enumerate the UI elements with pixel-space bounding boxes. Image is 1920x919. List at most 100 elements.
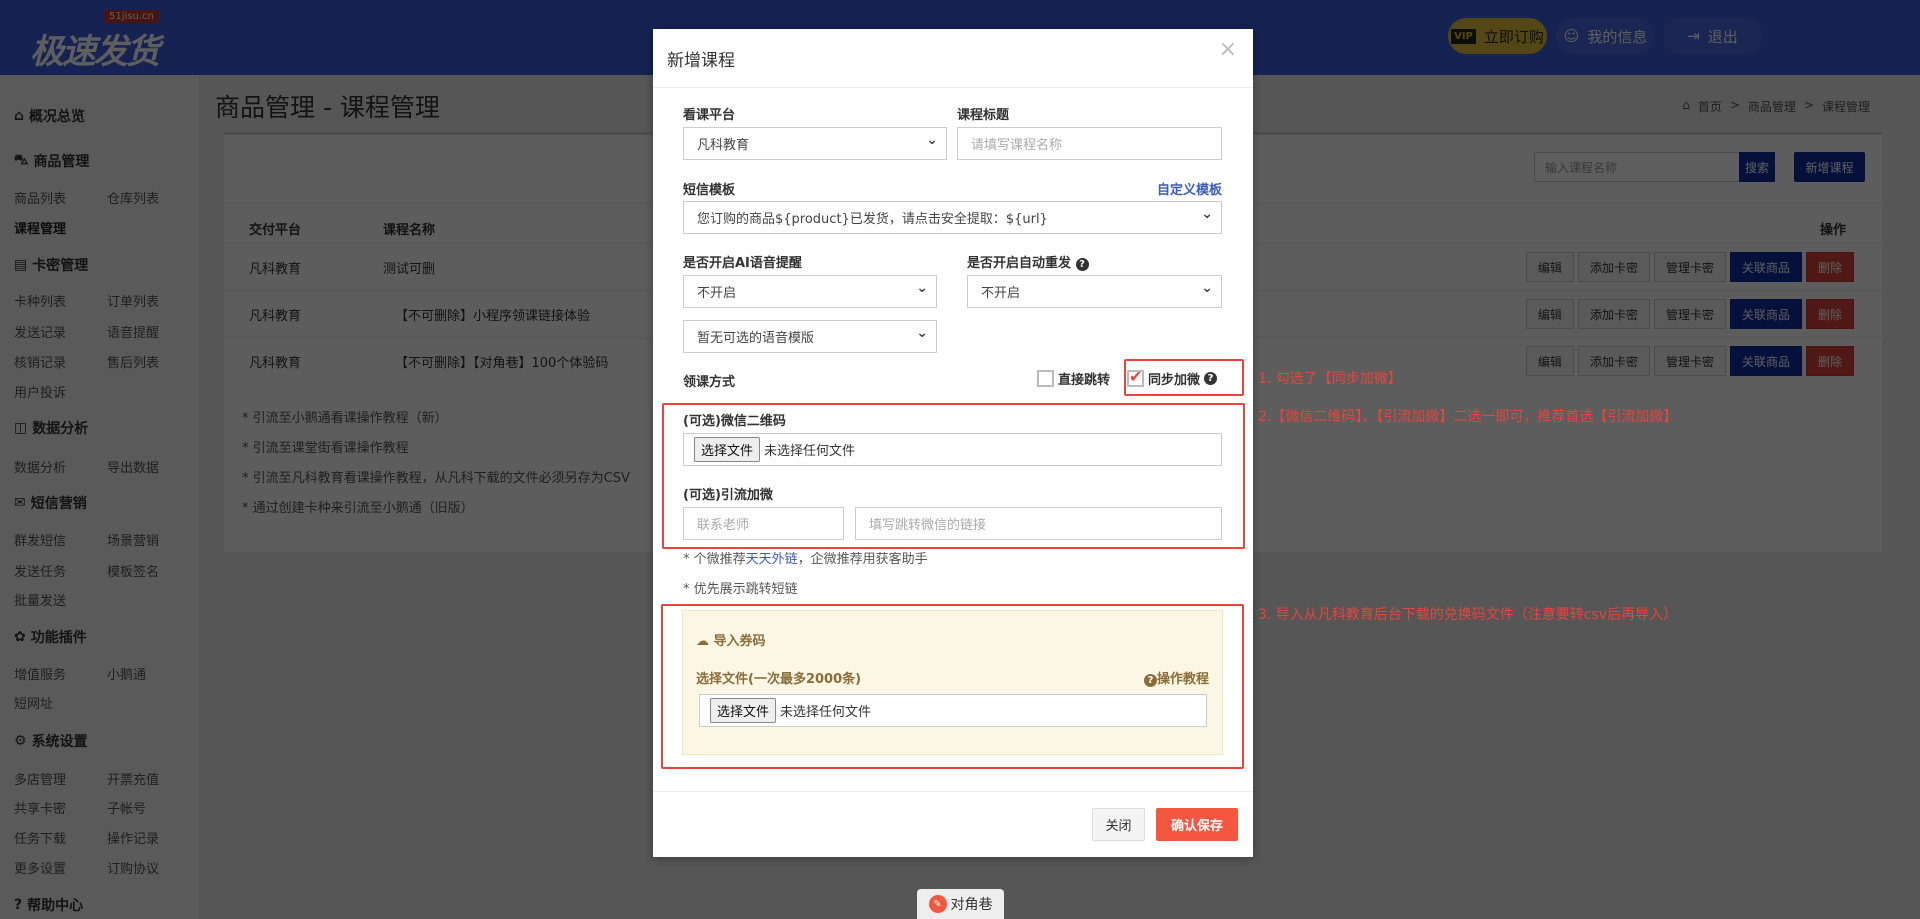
add-card-button[interactable]: 添加卡密 [1577, 346, 1650, 376]
choose-file-button[interactable]: 选择文件 [694, 437, 761, 462]
tutorial-note-link[interactable]: * 引流至课堂街看课操作教程 [242, 437, 409, 456]
search-button[interactable]: 搜索 [1739, 152, 1775, 182]
dock-tab[interactable]: ✎ 对角巷 [917, 889, 1004, 919]
vip-icon: VIP [1451, 28, 1476, 44]
sidebar-item[interactable]: 数据分析 [14, 457, 66, 476]
link-goods-button[interactable]: 关联商品 [1729, 346, 1802, 376]
sidebar-item[interactable]: 批量发送 [14, 590, 66, 609]
sidebar-section-1[interactable]: ⛍ 商品管理 [14, 151, 89, 171]
platform-select[interactable]: 凡科教育 [683, 127, 947, 160]
sidebar-item[interactable]: 订购协议 [107, 858, 159, 877]
tip-2: * 优先展示跳转短链 [683, 582, 798, 597]
checkbox-unchecked-icon[interactable] [1037, 370, 1054, 387]
sidebar-item[interactable]: 课程管理 [14, 218, 66, 237]
sidebar-section-7[interactable]: ? 帮助中心 [14, 895, 83, 915]
tutorial-link[interactable]: ? 操作教程 [1143, 668, 1209, 687]
edit-button[interactable]: 编辑 [1525, 299, 1574, 329]
import-file-input[interactable]: 选择文件 未选择任何文件 [699, 694, 1207, 727]
delete-button[interactable]: 删除 [1805, 252, 1854, 282]
edit-button[interactable]: 编辑 [1525, 346, 1574, 376]
section-icon: ◫ [14, 420, 28, 436]
save-button[interactable]: 确认保存 [1156, 808, 1238, 841]
sidebar-item[interactable]: 小鹅通 [107, 664, 146, 683]
sidebar-item[interactable]: 子帐号 [107, 798, 146, 817]
breadcrumb-goods[interactable]: 商品管理 [1748, 98, 1796, 115]
help-icon[interactable]: ? [1075, 258, 1089, 271]
col-ops: 操作 [1819, 223, 1846, 238]
sidebar-section-4[interactable]: ✉ 短信营销 [14, 493, 87, 513]
manage-card-button[interactable]: 管理卡密 [1653, 299, 1726, 329]
manage-card-button[interactable]: 管理卡密 [1653, 346, 1726, 376]
qr-label: (可选)微信二维码 [683, 414, 786, 429]
tutorial-note-link[interactable]: * 引流至凡科教育看课操作教程，从凡科下载的文件必须另存为CSV [242, 467, 630, 486]
sidebar-item[interactable]: 共享卡密 [14, 798, 66, 817]
sidebar-item[interactable]: 售后列表 [107, 352, 159, 371]
sidebar-item[interactable]: 用户投诉 [14, 382, 66, 401]
cell-name: 【不可删除】小程序领课链接体验 [395, 309, 591, 324]
teacher-input[interactable]: 联系老师 [683, 507, 844, 540]
sidebar-section-5[interactable]: ✿ 功能插件 [14, 627, 87, 647]
add-card-button[interactable]: 添加卡密 [1577, 252, 1650, 282]
divider [653, 87, 1253, 88]
logo-badge: 51jisu.cn [104, 10, 159, 23]
sidebar-item[interactable]: 卡种列表 [14, 291, 66, 310]
edit-button[interactable]: 编辑 [1525, 252, 1574, 282]
link-goods-button[interactable]: 关联商品 [1729, 252, 1802, 282]
sidebar-item[interactable]: 商品列表 [14, 188, 66, 207]
new-course-button[interactable]: 新增课程 [1794, 152, 1865, 182]
ai-voice-label: 是否开启AI语音提醒 [683, 256, 802, 271]
wechat-link-input[interactable]: 填写跳转微信的链接 [855, 507, 1222, 540]
page-title: 商品管理 - 课程管理 [215, 93, 440, 122]
add-card-button[interactable]: 添加卡密 [1577, 299, 1650, 329]
sidebar-item[interactable]: 任务下载 [14, 828, 66, 847]
close-button[interactable]: 关闭 [1092, 808, 1145, 841]
search-input[interactable]: 输入课程名称 [1534, 152, 1740, 182]
logout-button[interactable]: ⇥ 退出 [1663, 18, 1762, 54]
breadcrumb-home[interactable]: 首页 [1698, 98, 1722, 115]
custom-template-link[interactable]: 自定义模板 [1157, 179, 1222, 198]
direct-jump-checkbox[interactable]: 直接跳转 [1037, 369, 1110, 388]
sidebar-item[interactable]: 场景营销 [107, 530, 159, 549]
sidebar-section-3[interactable]: ◫ 数据分析 [14, 418, 88, 438]
sidebar-item[interactable]: 模板签名 [107, 561, 159, 580]
sidebar-item[interactable]: 语音提醒 [107, 322, 159, 341]
logo[interactable]: 极速发货 [30, 24, 160, 73]
course-title-label: 课程标题 [957, 108, 1010, 123]
annotation-3: 3. 导入从凡科教育后台下载的兑换码文件（注意要转csv后再导入） [1258, 607, 1678, 623]
auto-resend-select[interactable]: 不开启 [967, 275, 1222, 308]
sidebar-item[interactable]: 核销记录 [14, 352, 66, 371]
sms-template-select[interactable]: 您订购的商品${product}已发货，请点击安全提取：${url} [683, 201, 1222, 234]
my-info-button[interactable]: ☺ 我的信息 [1556, 18, 1655, 54]
sidebar-item[interactable]: 发送任务 [14, 561, 66, 580]
sidebar-item[interactable]: 操作记录 [107, 828, 159, 847]
ai-voice-select[interactable]: 不开启 [683, 275, 937, 308]
sidebar-item[interactable]: 多店管理 [14, 769, 66, 788]
close-icon[interactable]: × [1219, 37, 1237, 62]
course-title-input[interactable]: 请填写课程名称 [957, 127, 1222, 160]
sidebar-item[interactable]: 开票充值 [107, 769, 159, 788]
sidebar-section-0[interactable]: ⌂ 概况总览 [14, 106, 85, 126]
subscribe-button[interactable]: VIP 立即订购 [1448, 18, 1547, 54]
sidebar-item[interactable]: 增值服务 [14, 664, 66, 683]
sidebar-item[interactable]: 导出数据 [107, 457, 159, 476]
tutorial-note-link[interactable]: * 引流至小鹅通看课操作教程（新） [242, 407, 448, 426]
section-title: 功能插件 [30, 630, 87, 646]
sidebar-item[interactable]: 订单列表 [107, 291, 159, 310]
sidebar-item[interactable]: 更多设置 [14, 858, 66, 877]
annotation-1: 1. 勾选了【同步加微】 [1258, 371, 1402, 387]
tutorial-note-link[interactable]: * 通过创建卡种来引流至小鹅通（旧版） [242, 497, 474, 516]
sidebar-item[interactable]: 仓库列表 [107, 188, 159, 207]
link-goods-button[interactable]: 关联商品 [1729, 299, 1802, 329]
choose-file-button[interactable]: 选择文件 [710, 698, 777, 723]
manage-card-button[interactable]: 管理卡密 [1653, 252, 1726, 282]
sidebar-section-2[interactable]: ▤ 卡密管理 [14, 255, 88, 275]
sidebar-item[interactable]: 发送记录 [14, 322, 66, 341]
delete-button[interactable]: 删除 [1805, 346, 1854, 376]
sidebar-item[interactable]: 短网址 [14, 693, 53, 712]
delete-button[interactable]: 删除 [1805, 299, 1854, 329]
voice-template-select[interactable]: 暂无可选的语音模版 [683, 320, 937, 353]
qr-file-input[interactable]: 选择文件 未选择任何文件 [683, 433, 1222, 466]
tiantian-link[interactable]: 天天外链 [746, 552, 798, 567]
sidebar-item[interactable]: 群发短信 [14, 530, 66, 549]
sidebar-section-6[interactable]: ⚙ 系统设置 [14, 731, 88, 751]
